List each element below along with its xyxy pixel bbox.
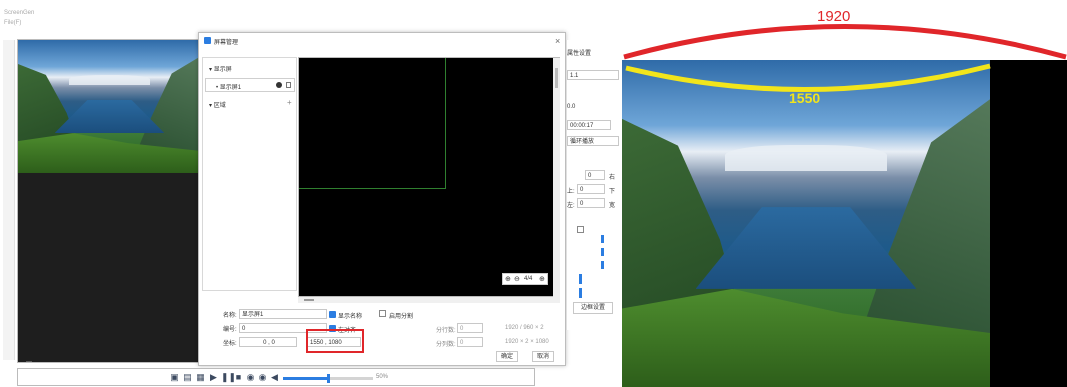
label-1920: 1920: [817, 8, 851, 25]
arc-1550: [625, 63, 991, 92]
arc-1920: [623, 24, 1067, 60]
width-annotation-arcs: [623, 24, 1067, 92]
label-1550: 1550: [789, 90, 821, 106]
